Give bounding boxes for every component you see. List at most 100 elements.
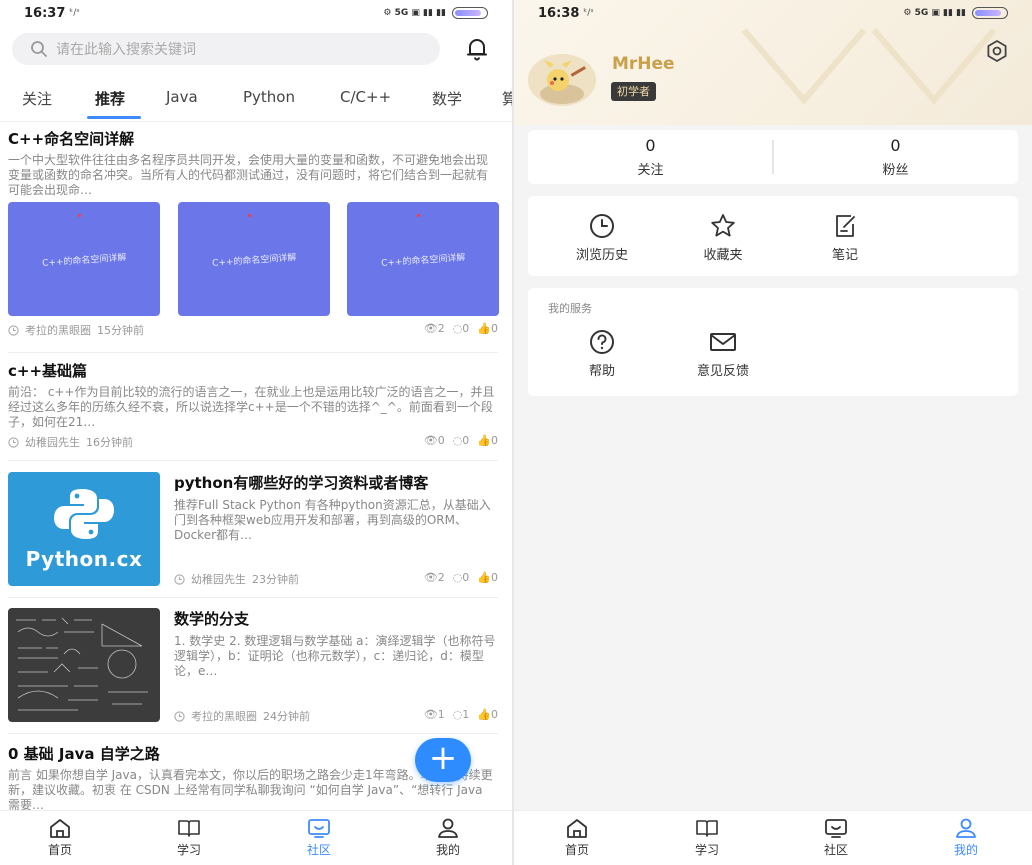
post-thumbnail: C++的命名空间详解 [8,202,160,316]
post-meta: 考拉的黑眼圈 15分钟前 [8,322,144,338]
tab-java[interactable]: Java [166,88,198,106]
mail-icon [710,333,736,351]
post-card[interactable]: C++命名空间详解 一个中大型软件往往由多名程序员共同开发，会使用大量的变量和函… [8,128,499,346]
bottom-navigation: 首页 学习 社区 我的 [0,810,512,865]
follow-stats-card: 0 关注 0 粉丝 [528,130,1018,184]
likes-count: 👍0 [477,708,498,721]
nav-home-label: 首页 [47,843,72,857]
notification-bell-icon[interactable] [464,36,490,66]
tab-math[interactable]: 数学 [432,88,462,109]
following-count: 0 [645,136,656,155]
likes-count: 👍0 [477,571,498,584]
nav-me[interactable]: 我的 [418,817,478,858]
create-post-button[interactable]: + [415,738,471,782]
tab-following[interactable]: 关注 [22,88,52,109]
status-time: 16:38 [538,5,580,21]
book-icon [696,820,718,837]
help-label: 帮助 [588,364,615,379]
battery-icon [452,7,488,19]
services-title: 我的服务 [548,302,592,315]
home-icon [50,819,70,838]
post-title: c++基础篇 [8,362,88,380]
user-icon [438,818,458,838]
post-title: C++命名空间详解 [8,130,135,148]
nav-me-label: 我的 [953,843,978,857]
feedback-button[interactable]: 意见反馈 [678,328,768,379]
post-card[interactable]: 数学的分支 1. 数学史 2. 数理逻辑与数学基础 a：演绎逻辑学（也称符号逻辑… [8,608,498,724]
search-input[interactable]: 请在此输入搜索关键词 [12,33,440,65]
post-thumbnail: C++的命名空间详解 [178,202,330,316]
search-placeholder: 请在此输入搜索关键词 [56,42,196,58]
fans-stat[interactable]: 0 粉丝 [773,136,1018,178]
views-count: 👁2 [423,322,445,335]
clock-icon [590,214,614,238]
nav-learn[interactable]: 学习 [677,817,737,858]
fans-label: 粉丝 [882,163,909,178]
status-bar: 16:38 ᵏ/ˢ ⚙ 5G ▣ ▮▮ ▮▮ [514,0,1032,26]
post-meta: 幼稚园先生 16分钟前 [8,434,133,450]
community-screen: 16:37 ᵏ/ˢ ⚙ 5G ▣ ▮▮ ▮▮ 请在此输入搜索关键词 关注 推荐 … [0,0,512,865]
post-time: 23分钟前 [252,573,299,586]
nav-community[interactable]: 社区 [806,817,866,858]
status-time: 16:37 [24,5,66,21]
nav-learn-label: 学习 [694,843,719,857]
following-stat[interactable]: 0 关注 [528,136,773,178]
post-excerpt: 1. 数学史 2. 数理逻辑与数学基础 a：演绎逻辑学（也称符号逻辑学），b：证… [174,634,496,678]
post-excerpt: 前沿： c++作为目前比较的流行的语言之一，在就业上也是运用比较广泛的语言之一，… [8,385,495,429]
views-count: 👁0 [423,434,445,447]
post-thumbnail: C++的命名空间详解 [347,202,499,316]
tab-python[interactable]: Python [243,88,295,106]
feedback-label: 意见反馈 [696,364,749,379]
views-count: 👁1 [423,708,445,721]
settings-icon[interactable] [984,38,1010,68]
post-title: 数学的分支 [174,610,250,628]
help-icon [590,330,614,354]
divider [8,352,498,353]
post-card[interactable]: c++基础篇 前沿： c++作为目前比较的流行的语言之一，在就业上也是运用比较广… [8,360,498,456]
services-card: 我的服务 帮助 意见反馈 [528,288,1018,396]
post-card[interactable]: Python.cx python有哪些好的学习资料或者博客 推荐Full Sta… [8,472,498,588]
post-excerpt: 一个中大型软件往往由多名程序员共同开发，会使用大量的变量和函数，不可避免地会出现… [8,153,489,197]
tab-recommended[interactable]: 推荐 [95,88,125,109]
divider [8,597,498,598]
nav-me-label: 我的 [435,843,460,857]
nav-learn[interactable]: 学习 [159,817,219,858]
user-icon [956,818,976,838]
favorites-button[interactable]: 收藏夹 [678,212,768,263]
community-icon [308,819,330,838]
post-author: 幼稚园先生 [25,436,80,449]
nav-home-label: 首页 [564,843,589,857]
nav-home[interactable]: 首页 [30,817,90,858]
post-meta: 考拉的黑眼圈 24分钟前 [174,708,310,724]
nav-learn-label: 学习 [176,843,201,857]
nav-home[interactable]: 首页 [547,817,607,858]
status-signal-icons: ⚙ 5G ▣ ▮▮ ▮▮ [383,8,446,18]
category-tabs: 关注 推荐 Java Python C/C++ 数学 算 [0,78,512,122]
help-button[interactable]: 帮助 [557,328,647,379]
avatar[interactable] [528,54,596,106]
status-speed: ᵏ/ˢ [583,8,594,18]
level-badge: 初学者 [611,82,656,101]
comments-count: ◌0 [452,434,470,447]
nav-community-label: 社区 [823,843,848,857]
post-excerpt: 推荐Full Stack Python 有各种python资源汇总，从基础入门到… [174,498,491,542]
status-speed: ᵏ/ˢ [69,8,80,18]
post-author: 幼稚园先生 [191,573,246,586]
divider [8,460,498,461]
nav-me[interactable]: 我的 [936,817,996,858]
comments-count: ◌0 [452,571,470,584]
comments-count: ◌1 [452,708,470,721]
clock-icon [8,436,19,448]
views-count: 👁2 [423,571,445,584]
search-icon [31,41,47,57]
note-edit-icon [836,215,855,237]
notes-button[interactable]: 笔记 [800,212,890,263]
post-time: 15分钟前 [97,324,144,337]
post-time: 16分钟前 [86,436,133,449]
tab-more[interactable]: 算 [502,88,512,109]
tab-cpp[interactable]: C/C++ [340,88,391,106]
post-thumbnail: Python.cx [8,472,160,586]
nav-community[interactable]: 社区 [289,817,349,858]
history-button[interactable]: 浏览历史 [557,212,647,263]
profile-screen: 16:38 ᵏ/ˢ ⚙ 5G ▣ ▮▮ ▮▮ MrHee 初学者 0 关注 0 … [514,0,1032,865]
